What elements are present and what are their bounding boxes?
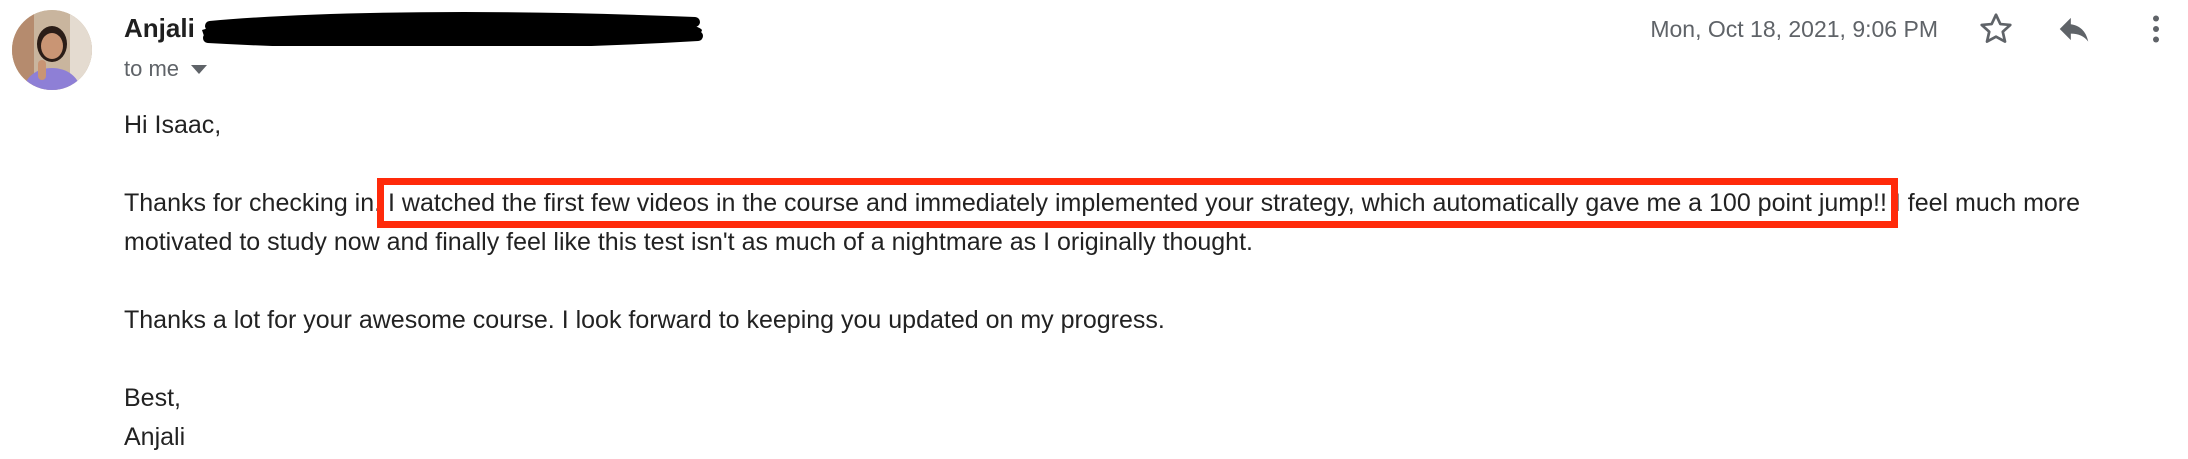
caret-down-icon[interactable] bbox=[191, 64, 208, 74]
thanks-paragraph: Thanks a lot for your awesome course. I … bbox=[124, 306, 1165, 334]
reply-icon bbox=[2059, 17, 2089, 42]
signature: Anjali bbox=[124, 423, 186, 451]
message-body: Hi Isaac, Thanks for checking in. I watc… bbox=[124, 106, 2184, 457]
greeting: Hi Isaac, bbox=[124, 111, 222, 139]
star-icon bbox=[1980, 13, 2012, 43]
avatar-image bbox=[12, 10, 92, 90]
highlighted-quote: I watched the first few videos in the co… bbox=[377, 178, 1898, 228]
redaction-scribble bbox=[202, 12, 703, 46]
sender-name[interactable]: Anjali bbox=[124, 12, 195, 44]
paragraph-text-before: Thanks for checking in. bbox=[124, 189, 389, 217]
reply-button[interactable] bbox=[2053, 8, 2095, 50]
more-options-button[interactable] bbox=[2135, 8, 2177, 50]
message-paragraph: Thanks for checking in. I watched the fi… bbox=[124, 178, 2184, 262]
star-button[interactable] bbox=[1975, 8, 2017, 50]
avatar[interactable] bbox=[12, 10, 92, 90]
recipient-label: to me bbox=[124, 56, 180, 81]
recipient-toggle[interactable]: to me bbox=[124, 55, 208, 83]
closing: Best, bbox=[124, 384, 181, 412]
message-date: Mon, Oct 18, 2021, 9:06 PM bbox=[1650, 16, 1938, 42]
more-vert-icon bbox=[2153, 15, 2159, 43]
